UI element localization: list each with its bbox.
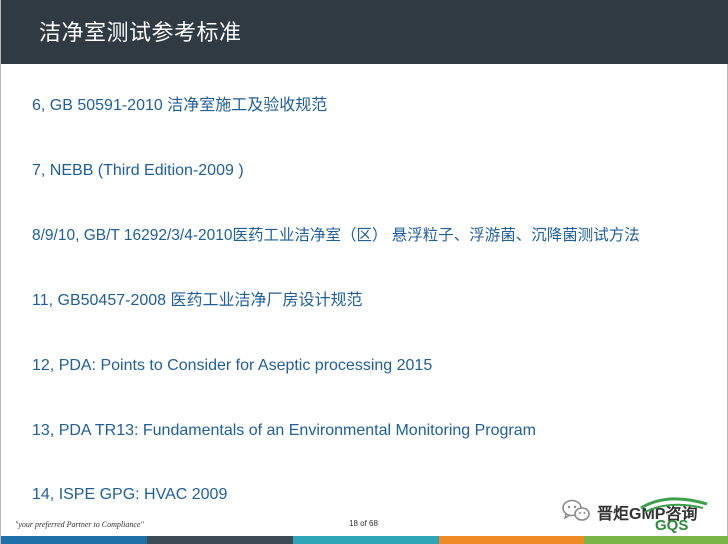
strip-segment — [439, 536, 584, 544]
list-item: 8/9/10, GB/T 16292/3/4-2010医药工业洁净室（区） 悬浮… — [32, 227, 640, 244]
list-item: 12, PDA: Points to Consider for Aseptic … — [32, 357, 433, 374]
gqs-logo: GQS — [640, 497, 708, 534]
wechat-icon — [562, 499, 590, 521]
slide-title: 洁净室测试参考标准 — [39, 20, 242, 45]
list-item: 11, GB50457-2008 医药工业洁净厂房设计规范 — [32, 292, 363, 309]
footer-tagline: "your preferred Partner to Compliance" — [15, 520, 144, 529]
page-number: 18 of 68 — [349, 519, 378, 528]
list-item: 14, ISPE GPG: HVAC 2009 — [32, 486, 228, 503]
list-item: 13, PDA TR13: Fundamentals of an Environ… — [32, 422, 536, 439]
header-bar: 洁净室测试参考标准 — [1, 0, 728, 64]
slide: 洁净室测试参考标准 6, GB 50591-2010 洁净室施工及验收规范 7,… — [0, 0, 728, 544]
list-item: 7, NEBB (Third Edition-2009 ) — [32, 162, 244, 179]
strip-segment — [147, 536, 293, 544]
strip-segment — [1, 536, 147, 544]
strip-segment — [293, 536, 439, 544]
strip-segment — [584, 536, 728, 544]
list-item: 6, GB 50591-2010 洁净室施工及验收规范 — [32, 97, 328, 114]
color-strip — [1, 536, 728, 544]
gqs-logo-text: GQS — [655, 517, 688, 534]
